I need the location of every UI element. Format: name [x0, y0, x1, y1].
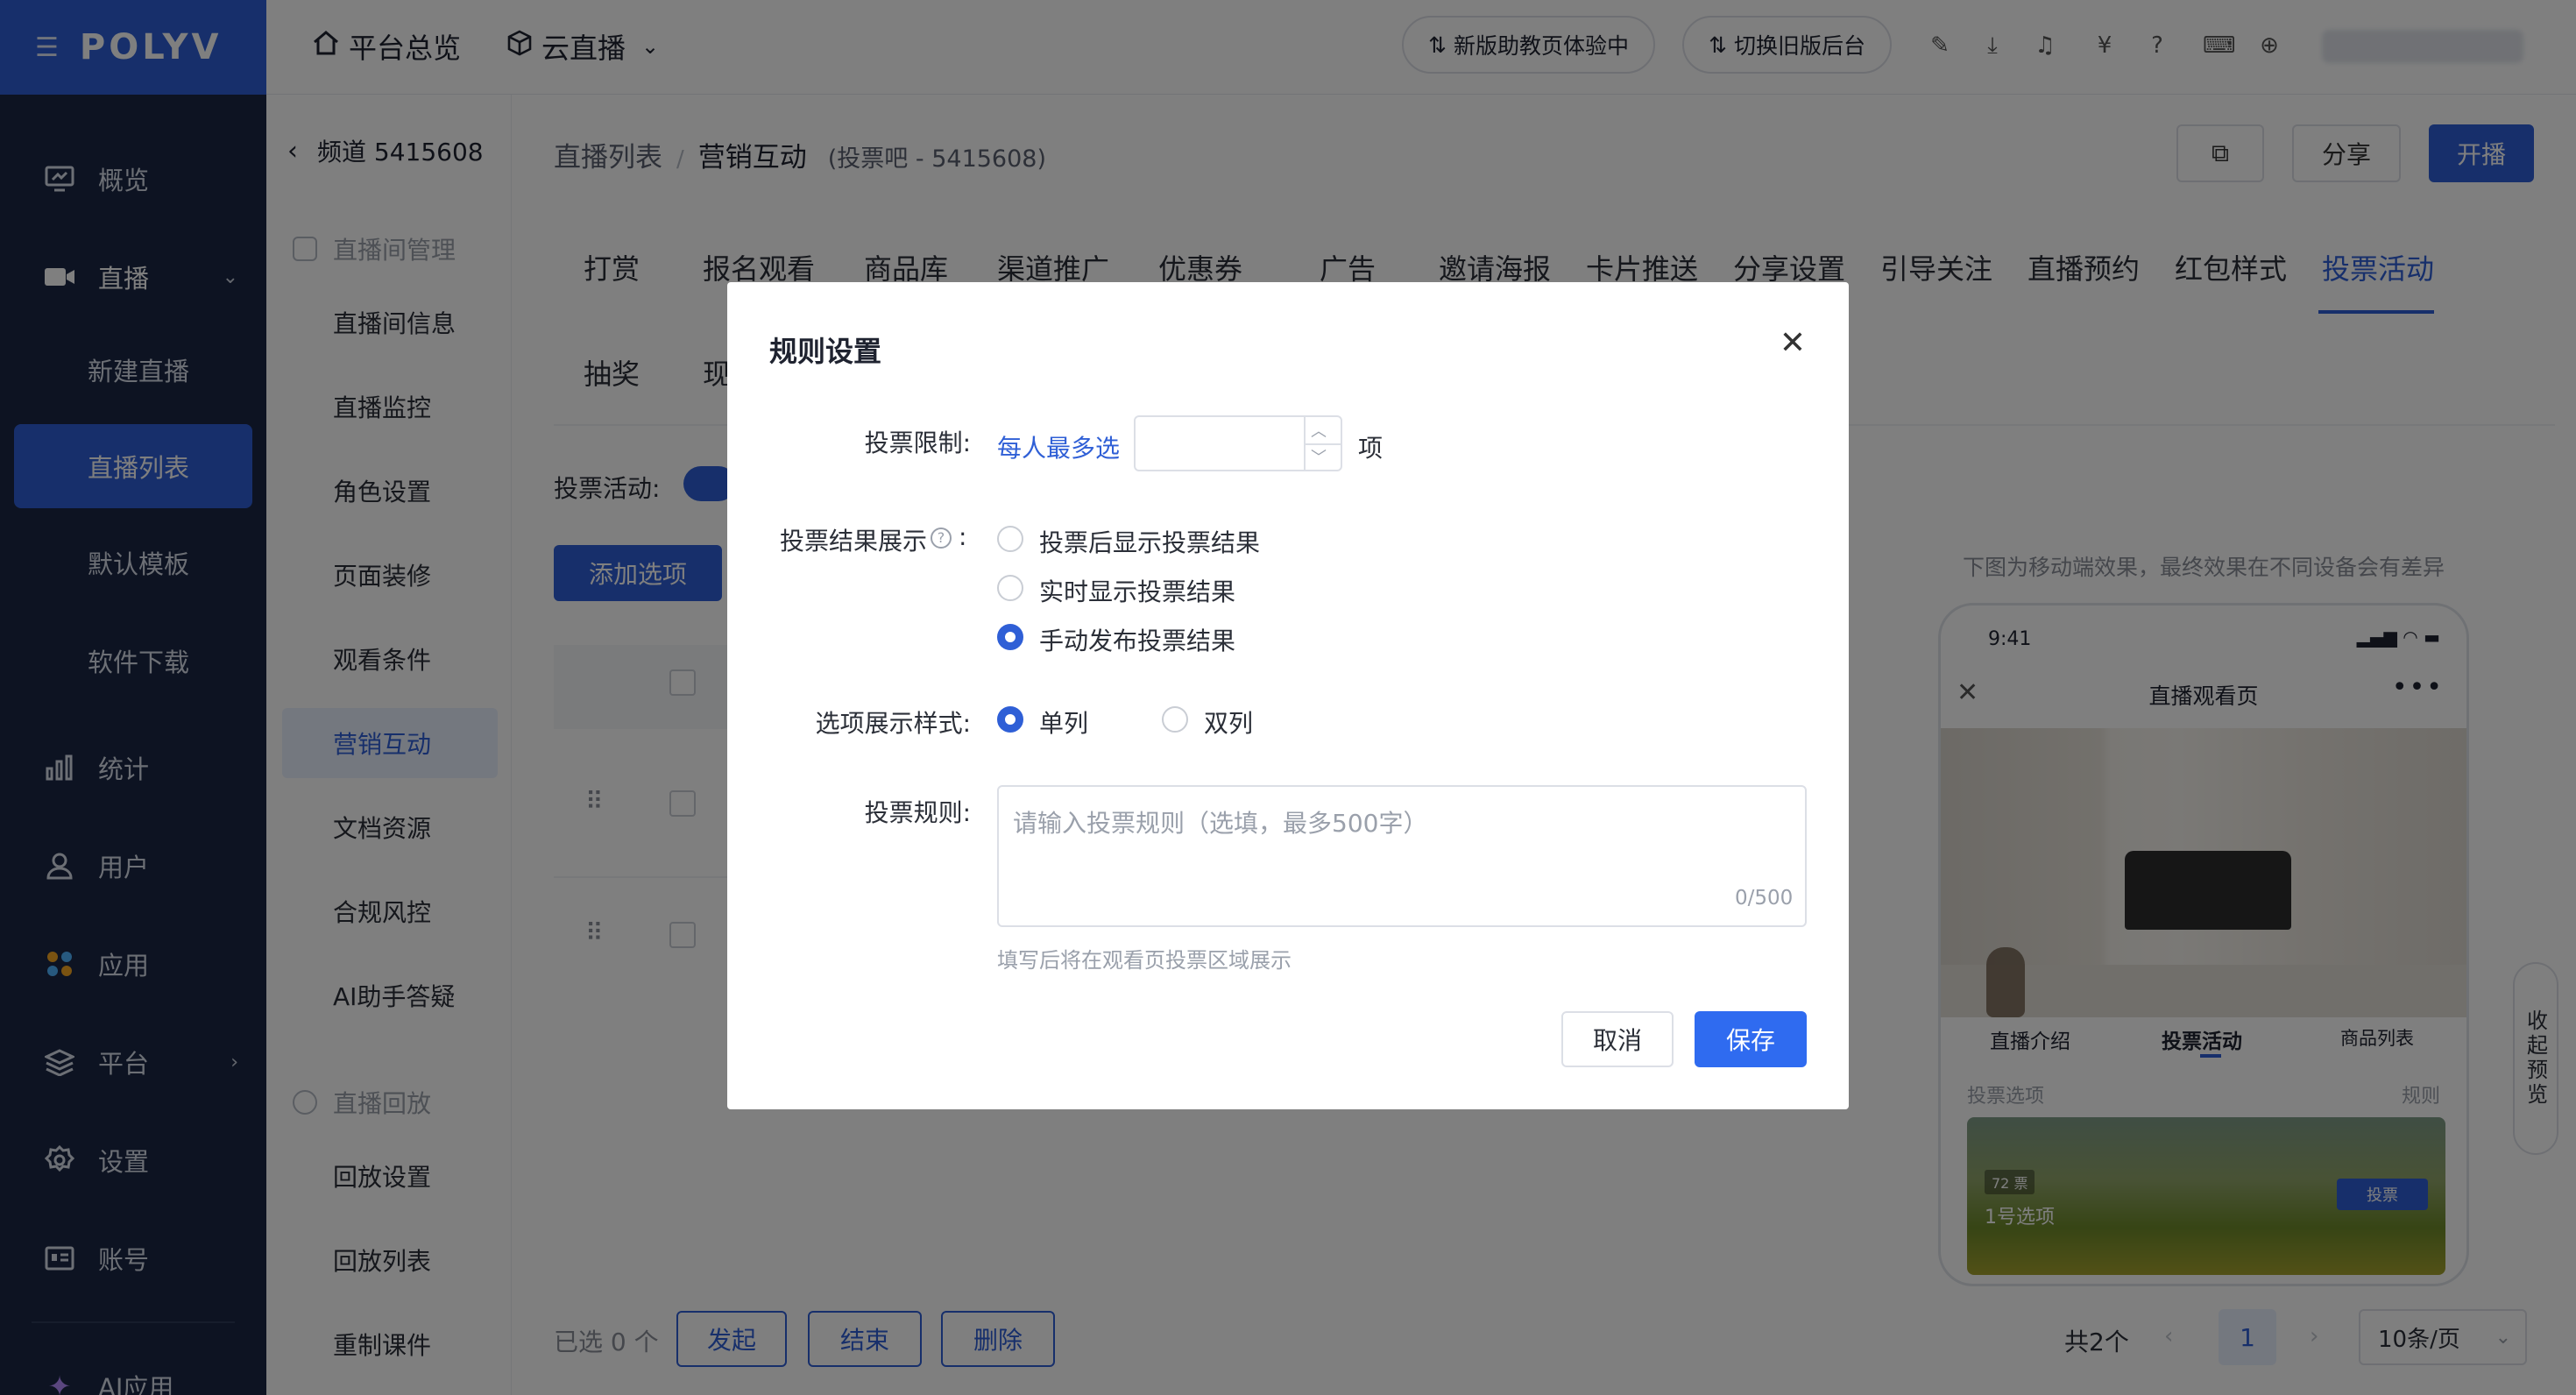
rule-settings-dialog — [727, 282, 1849, 1109]
radio-label: 双列 — [1204, 709, 1254, 738]
close-icon[interactable]: ✕ — [1775, 326, 1810, 361]
radio-double-column[interactable] — [1162, 706, 1188, 733]
option-style-label: 选项展示样式: — [815, 709, 971, 738]
radio-show-after-vote[interactable] — [997, 526, 1023, 552]
radio-label: 实时显示投票结果 — [1039, 577, 1236, 606]
radio-manual-publish[interactable] — [997, 624, 1023, 650]
dialog-title: 规则设置 — [769, 335, 882, 368]
vote-limit-suffix: 项 — [1358, 434, 1384, 463]
vote-rules-label: 投票规则: — [864, 798, 971, 827]
chevron-up-icon[interactable]: ︿ — [1311, 419, 1327, 442]
vote-rules-placeholder: 请输入投票规则（选填，最多500字） — [1013, 809, 1428, 838]
radio-label: 投票后显示投票结果 — [1039, 528, 1261, 557]
save-button[interactable]: 保存 — [1695, 1011, 1807, 1067]
result-display-colon: : — [959, 522, 967, 551]
radio-realtime[interactable] — [997, 575, 1023, 601]
chevron-down-icon[interactable]: ﹀ — [1311, 445, 1327, 468]
cancel-button[interactable]: 取消 — [1561, 1011, 1674, 1067]
radio-label: 手动发布投票结果 — [1039, 627, 1236, 655]
vote-limit-prefix: 每人最多选 — [997, 434, 1121, 463]
vote-rules-hint: 填写后将在观看页投票区域展示 — [997, 948, 1292, 973]
question-circle-icon[interactable]: ? — [931, 528, 952, 549]
vote-rules-char-count: 0/500 — [1735, 887, 1794, 910]
radio-label: 单列 — [1039, 709, 1089, 738]
result-display-label: 投票结果展示 — [779, 527, 927, 556]
vote-limit-label: 投票限制: — [864, 428, 971, 457]
radio-single-column[interactable] — [997, 706, 1023, 733]
